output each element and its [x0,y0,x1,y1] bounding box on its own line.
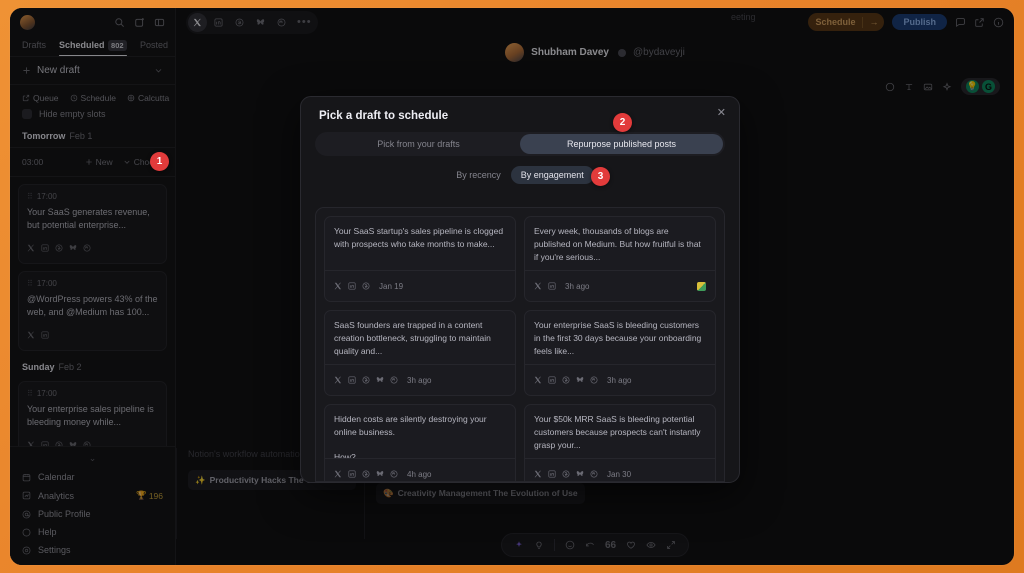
post-card-footer: 3h ago [325,364,515,395]
post-card-text: Every week, thousands of blogs are publi… [534,226,701,262]
post-card-footer: 3h ago [525,364,715,395]
mastodon-icon [390,465,398,481]
post-card-text: Your $50k MRR SaaS is bleeding potential… [534,414,701,450]
bluesky-icon [576,465,584,481]
mastodon-icon [590,465,598,481]
post-card-timestamp: 3h ago [565,281,590,291]
callout-1: 1 [150,152,169,171]
x-icon [534,371,542,389]
threads-icon [562,371,570,389]
linkedin-icon [548,371,556,389]
close-icon[interactable]: ✕ [717,108,726,119]
post-card-footer: 4h ago [325,458,515,481]
published-post-grid[interactable]: Your SaaS startup's sales pipeline is cl… [315,207,725,482]
pick-draft-modal: Pick a draft to schedule ✕ Pick from you… [300,96,740,483]
post-card-timestamp: 4h ago [407,469,432,479]
x-icon [334,371,342,389]
published-post-card[interactable]: Your SaaS startup's sales pipeline is cl… [324,216,516,302]
post-card-timestamp: 3h ago [407,375,432,385]
post-card-text: SaaS founders are trapped in a content c… [334,320,491,356]
orange-background-frame: Drafts Scheduled 802 Posted New draft Que… [0,0,1024,573]
post-card-timestamp: Jan 19 [379,281,404,291]
bluesky-icon [576,371,584,389]
x-icon [534,277,542,295]
linkedin-icon [548,465,556,481]
published-post-card[interactable]: Every week, thousands of blogs are publi… [524,216,716,302]
post-card-text: Hidden costs are silently destroying you… [334,414,487,458]
linkedin-icon [548,277,556,295]
threads-icon [562,465,570,481]
tab-by-recency[interactable]: By recency [446,166,511,184]
linkedin-icon [348,277,356,295]
threads-icon [362,465,370,481]
threads-icon [362,277,370,295]
callout-3: 3 [591,167,610,186]
x-icon [334,277,342,295]
mastodon-icon [390,371,398,389]
source-tabs: Pick from your drafts Repurpose publishe… [301,122,739,156]
tab-by-engagement[interactable]: By engagement [510,166,594,184]
tab-pick-from-drafts[interactable]: Pick from your drafts [317,134,520,154]
published-post-card[interactable]: SaaS founders are trapped in a content c… [324,310,516,396]
modal-title: Pick a draft to schedule [319,110,449,122]
post-card-text: Your SaaS startup's sales pipeline is cl… [334,226,504,249]
published-post-card[interactable]: Hidden costs are silently destroying you… [324,404,516,481]
mastodon-icon [590,371,598,389]
post-card-text: Your enterprise SaaS is bleeding custome… [534,320,702,356]
bluesky-icon [376,465,384,481]
sort-tabs: By recency By engagement [301,156,739,184]
post-card-footer: Jan 30 [525,458,715,481]
published-post-card[interactable]: Your $50k MRR SaaS is bleeding potential… [524,404,716,481]
linkedin-icon [348,371,356,389]
media-thumbnail [697,281,706,291]
bluesky-icon [376,371,384,389]
post-card-timestamp: Jan 30 [607,469,632,479]
app-window: Drafts Scheduled 802 Posted New draft Que… [10,8,1014,565]
callout-2: 2 [613,113,632,132]
published-post-card[interactable]: Your enterprise SaaS is bleeding custome… [524,310,716,396]
x-icon [534,465,542,481]
x-icon [334,465,342,481]
post-card-timestamp: 3h ago [607,375,632,385]
post-card-footer: 3h ago [525,270,715,301]
threads-icon [362,371,370,389]
linkedin-icon [348,465,356,481]
post-card-footer: Jan 19 [325,270,515,301]
tab-repurpose-published[interactable]: Repurpose published posts [520,134,723,154]
